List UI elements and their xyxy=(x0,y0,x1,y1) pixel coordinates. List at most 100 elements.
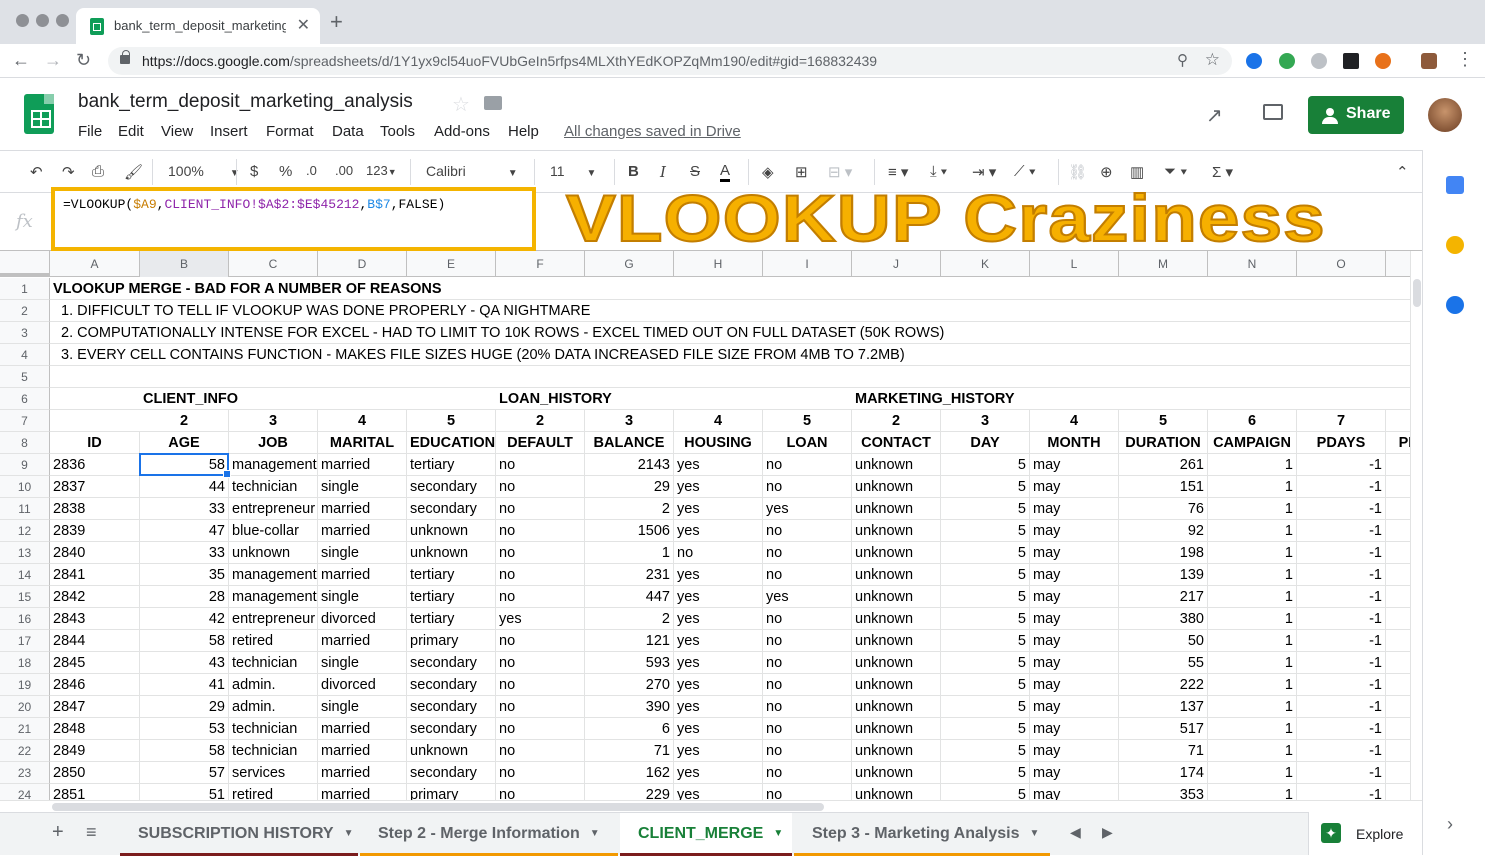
cell[interactable]: 3 xyxy=(229,410,318,432)
cell[interactable]: no xyxy=(763,696,852,718)
row-header[interactable]: 8 xyxy=(0,432,50,454)
bold-icon[interactable]: B xyxy=(628,163,639,180)
extension-grammarly-icon[interactable] xyxy=(1279,53,1295,69)
menu-addons[interactable]: Add-ons xyxy=(434,123,490,140)
font-family-select[interactable]: Calibri ▼ xyxy=(426,163,518,179)
cell[interactable]: yes xyxy=(674,564,763,586)
font-size-select[interactable]: 11 ▼ xyxy=(550,163,596,179)
cell[interactable]: 2838 xyxy=(50,498,140,520)
cell[interactable]: 2842 xyxy=(50,586,140,608)
cell[interactable]: 1 xyxy=(1208,674,1297,696)
cell[interactable]: 380 xyxy=(1119,608,1208,630)
text-wrap-icon[interactable]: ⇥ ▾ xyxy=(972,163,996,181)
cell[interactable]: -1 xyxy=(1297,608,1386,630)
column-header-o[interactable]: O xyxy=(1297,251,1386,277)
cell[interactable]: 2851 xyxy=(50,784,140,800)
cell[interactable]: unknown xyxy=(852,564,941,586)
star-icon[interactable]: ☆ xyxy=(452,92,470,117)
cell[interactable]: technician xyxy=(229,718,318,740)
cell[interactable]: 5 xyxy=(941,630,1030,652)
cell[interactable]: ID xyxy=(50,432,140,454)
row-header[interactable]: 17 xyxy=(0,630,50,652)
cell[interactable]: 5 xyxy=(941,476,1030,498)
cell[interactable]: single xyxy=(318,476,407,498)
cell[interactable]: no xyxy=(496,542,585,564)
save-status-link[interactable]: All changes saved in Drive xyxy=(564,123,741,140)
cell[interactable]: no xyxy=(763,740,852,762)
cell[interactable]: services xyxy=(229,762,318,784)
cell[interactable]: yes xyxy=(496,608,585,630)
cell[interactable]: unknown xyxy=(407,542,496,564)
cell[interactable]: may xyxy=(1030,784,1119,800)
cell[interactable]: management xyxy=(229,454,318,476)
cell[interactable]: 4 xyxy=(1030,410,1119,432)
menu-data[interactable]: Data xyxy=(332,123,364,140)
cell[interactable]: EDUCATION xyxy=(407,432,496,454)
menu-insert[interactable]: Insert xyxy=(210,123,248,140)
cell[interactable]: single xyxy=(318,696,407,718)
menu-file[interactable]: File xyxy=(78,123,102,140)
cell[interactable]: yes xyxy=(674,476,763,498)
row-header[interactable]: 14 xyxy=(0,564,50,586)
cell[interactable]: 5 xyxy=(941,762,1030,784)
cell[interactable]: -1 xyxy=(1297,652,1386,674)
cell[interactable]: may xyxy=(1030,652,1119,674)
cell[interactable]: 162 xyxy=(585,762,674,784)
cell[interactable]: 5 xyxy=(941,564,1030,586)
cell[interactable]: 33 xyxy=(140,542,229,564)
menu-tools[interactable]: Tools xyxy=(380,123,415,140)
folder-icon[interactable] xyxy=(484,96,502,110)
column-header-h[interactable]: H xyxy=(674,251,763,277)
spreadsheet-grid[interactable]: ABCDEFGHIJKLMNO 1 2 3 4 5 6 7 8 9 10 11 12 13 14 15 16 1… xyxy=(0,251,1410,800)
close-window-button[interactable] xyxy=(16,14,29,27)
cell[interactable]: unknown xyxy=(852,498,941,520)
cell[interactable]: 2847 xyxy=(50,696,140,718)
scroll-tabs-right-icon[interactable]: ▶ xyxy=(1102,824,1113,841)
cell[interactable]: no xyxy=(763,718,852,740)
formula-input[interactable]: =VLOOKUP($A9,CLIENT_INFO!$A$2:$E$45212,B… xyxy=(51,187,536,251)
cell[interactable]: 58 xyxy=(140,630,229,652)
cell[interactable]: CLIENT_INFO xyxy=(140,388,320,410)
row-header[interactable]: 16 xyxy=(0,608,50,630)
cell[interactable]: married xyxy=(318,520,407,542)
row-header[interactable]: 24 xyxy=(0,784,50,800)
cell[interactable]: divorced xyxy=(318,608,407,630)
cell[interactable]: 2. COMPUTATIONALLY INTENSE FOR EXCEL - H… xyxy=(50,322,950,344)
vertical-align-icon[interactable]: ⤓ ▾ xyxy=(930,163,947,180)
cell[interactable]: technician xyxy=(229,476,318,498)
cell[interactable]: 5 xyxy=(941,718,1030,740)
cell[interactable]: unknown xyxy=(852,476,941,498)
text-rotation-icon[interactable]: ⟋ ▾ xyxy=(1014,163,1036,180)
cell[interactable]: married xyxy=(318,740,407,762)
sheet-tab-subscription-history[interactable]: SUBSCRIPTION HISTORY ▼ xyxy=(120,813,358,856)
extension-layers-icon[interactable] xyxy=(1343,53,1359,69)
cell[interactable]: 29 xyxy=(585,476,674,498)
cell[interactable]: 33 xyxy=(140,498,229,520)
row-header[interactable]: 23 xyxy=(0,762,50,784)
cell[interactable]: 5 xyxy=(941,498,1030,520)
cell[interactable]: yes xyxy=(763,498,852,520)
cell[interactable]: 4 xyxy=(318,410,407,432)
column-header-g[interactable]: G xyxy=(585,251,674,277)
cell[interactable]: 5 xyxy=(941,740,1030,762)
cell[interactable]: 3 xyxy=(941,410,1030,432)
undo-icon[interactable]: ↶ xyxy=(30,163,43,181)
cell[interactable]: no xyxy=(496,454,585,476)
cell[interactable]: no xyxy=(496,498,585,520)
cell[interactable]: 76 xyxy=(1119,498,1208,520)
cell[interactable]: may xyxy=(1030,586,1119,608)
collapse-toolbar-icon[interactable]: ⌃ xyxy=(1396,163,1409,181)
cell[interactable]: married xyxy=(318,564,407,586)
cell[interactable]: no xyxy=(496,674,585,696)
cell[interactable]: no xyxy=(496,476,585,498)
cell[interactable]: yes xyxy=(674,740,763,762)
cell[interactable]: 2836 xyxy=(50,454,140,476)
cell[interactable]: no xyxy=(496,586,585,608)
cell[interactable]: may xyxy=(1030,762,1119,784)
cell[interactable]: yes xyxy=(763,586,852,608)
cell[interactable]: unknown xyxy=(852,542,941,564)
cell[interactable]: 3. EVERY CELL CONTAINS FUNCTION - MAKES … xyxy=(50,344,950,366)
format-currency-button[interactable]: $ xyxy=(250,163,258,180)
row-header[interactable]: 22 xyxy=(0,740,50,762)
cell[interactable]: CAMPAIGN xyxy=(1208,432,1297,454)
